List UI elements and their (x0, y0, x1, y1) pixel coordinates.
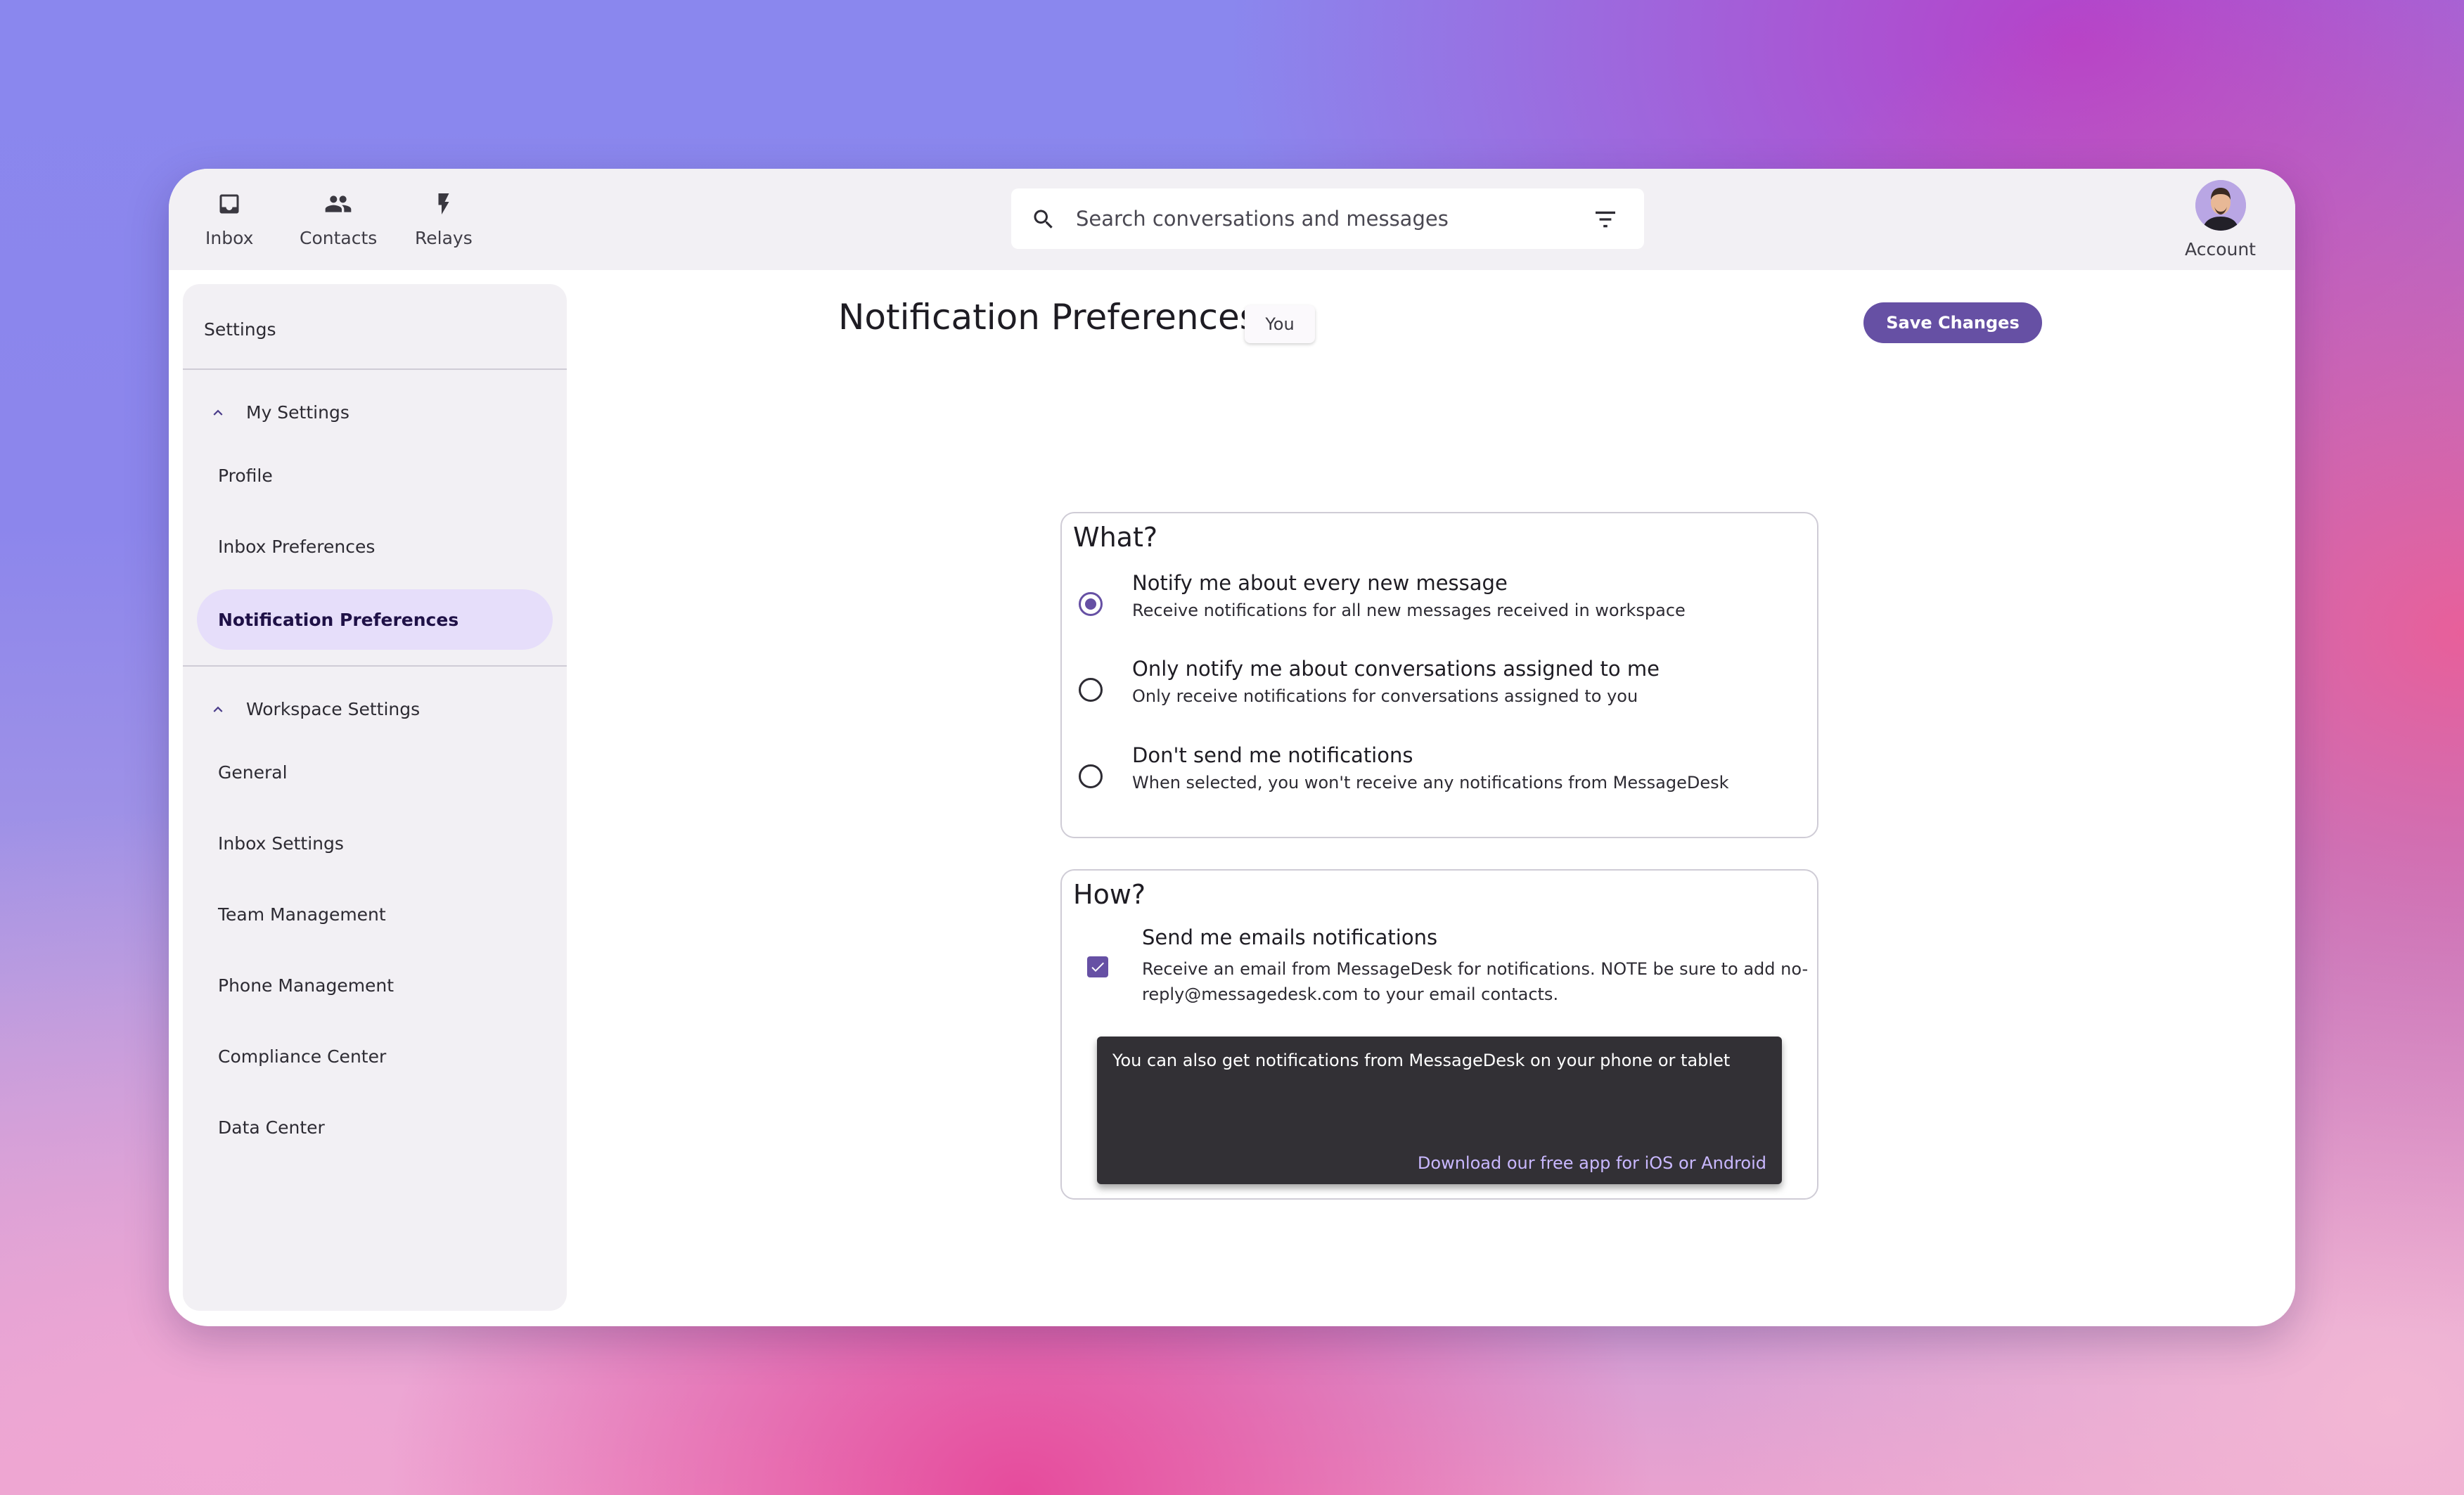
search-icon (1031, 207, 1056, 235)
sidebar-item-data-center[interactable]: Data Center (218, 1117, 325, 1138)
option-title: Only notify me about conversations assig… (1132, 657, 1660, 681)
sidebar-section-label: My Settings (246, 402, 349, 423)
sidebar-item-general[interactable]: General (218, 762, 288, 783)
option-no-notifications[interactable]: Don't send me notifications When selecte… (1062, 743, 1817, 807)
sidebar-title: Settings (204, 319, 276, 340)
nav-inbox[interactable]: Inbox (205, 190, 253, 248)
how-card: How? Send me emails notifications Receiv… (1060, 869, 1818, 1200)
nav-contacts[interactable]: Contacts (300, 190, 377, 248)
email-option-description: Receive an email from MessageDesk for no… (1142, 959, 1809, 1004)
how-card-title: How? (1073, 879, 1146, 910)
bolt-icon (430, 190, 458, 218)
scope-badge: You (1245, 305, 1315, 343)
top-bar: Inbox Contacts Relays Search conversatio… (169, 169, 2295, 270)
chevron-up-icon (208, 403, 228, 423)
option-assigned-only[interactable]: Only notify me about conversations assig… (1062, 657, 1817, 720)
avatar (2195, 180, 2246, 231)
sidebar-item-inbox-preferences[interactable]: Inbox Preferences (218, 537, 375, 557)
contacts-icon (324, 190, 352, 218)
option-title: Notify me about every new message (1132, 571, 1508, 595)
checkmark-icon (1091, 962, 1104, 972)
inbox-icon (215, 190, 243, 218)
sidebar-item-inbox-settings[interactable]: Inbox Settings (218, 833, 344, 854)
sidebar-item-phone-management[interactable]: Phone Management (218, 975, 394, 996)
account-menu[interactable]: Account (2185, 180, 2256, 259)
save-changes-button[interactable]: Save Changes (1863, 302, 2042, 343)
sidebar-item-profile[interactable]: Profile (218, 466, 273, 486)
sidebar-item-notification-preferences[interactable]: Notification Preferences (197, 589, 553, 650)
app-window: Inbox Contacts Relays Search conversatio… (169, 169, 2295, 1326)
sidebar-divider (183, 368, 567, 370)
search-input[interactable] (1076, 203, 1554, 235)
sidebar-divider (183, 665, 567, 667)
sidebar-section-workspace-settings[interactable]: Workspace Settings (208, 699, 420, 719)
filter-icon[interactable] (1593, 210, 1617, 232)
sidebar-item-team-management[interactable]: Team Management (218, 904, 386, 925)
nav-relays-label: Relays (415, 228, 473, 248)
nav-contacts-label: Contacts (300, 228, 378, 248)
account-label: Account (2185, 239, 2256, 259)
option-description: Only receive notifications for conversat… (1132, 686, 1638, 706)
mobile-app-promo: You can also get notifications from Mess… (1097, 1037, 1782, 1184)
sidebar-section-label: Workspace Settings (246, 699, 421, 719)
chevron-up-icon (208, 700, 228, 719)
option-description: Receive notifications for all new messag… (1132, 601, 1686, 620)
settings-sidebar: Settings My Settings Profile Inbox Prefe… (183, 284, 567, 1311)
nav-relays[interactable]: Relays (415, 190, 473, 248)
nav-inbox-label: Inbox (205, 228, 254, 248)
option-description: When selected, you won't receive any not… (1132, 773, 1729, 793)
radio-button[interactable] (1079, 592, 1103, 616)
search-bar (1011, 188, 1644, 249)
option-title: Don't send me notifications (1132, 743, 1413, 767)
what-card: What? Notify me about every new message … (1060, 512, 1818, 838)
option-every-message[interactable]: Notify me about every new message Receiv… (1062, 571, 1817, 634)
email-option-title: Send me emails notifications (1142, 925, 1438, 949)
sidebar-item-compliance-center[interactable]: Compliance Center (218, 1046, 386, 1067)
what-card-title: What? (1073, 522, 1158, 553)
radio-button[interactable] (1079, 764, 1103, 788)
download-app-link[interactable]: Download our free app for iOS or Android (1418, 1153, 1766, 1173)
sidebar-section-my-settings[interactable]: My Settings (208, 402, 349, 423)
email-notifications-checkbox[interactable] (1087, 956, 1108, 977)
radio-button[interactable] (1079, 678, 1103, 702)
page-title: Notification Preferences (838, 297, 1258, 338)
promo-text: You can also get notifications from Mess… (1112, 1051, 1731, 1070)
